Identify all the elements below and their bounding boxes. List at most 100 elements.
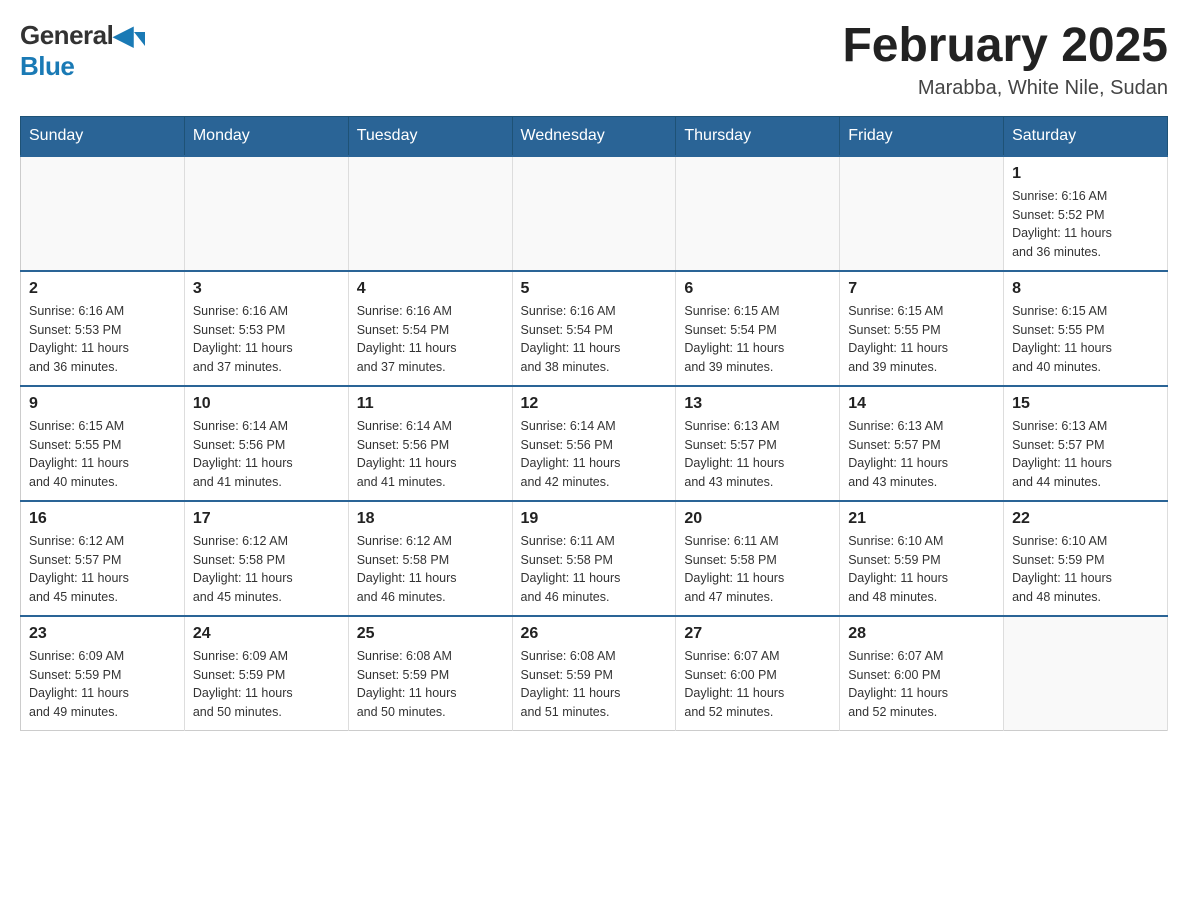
day-number: 16 <box>29 510 176 528</box>
day-info: Sunrise: 6:16 AM Sunset: 5:52 PM Dayligh… <box>1012 187 1159 262</box>
calendar-cell: 20 Sunrise: 6:11 AM Sunset: 5:58 PM Dayli… <box>676 501 840 616</box>
day-info: Sunrise: 6:15 AM Sunset: 5:55 PM Dayligh… <box>848 302 995 377</box>
calendar-cell <box>348 156 512 271</box>
day-info: Sunrise: 6:10 AM Sunset: 5:59 PM Dayligh… <box>1012 532 1159 607</box>
day-info: Sunrise: 6:16 AM Sunset: 5:53 PM Dayligh… <box>193 302 340 377</box>
day-info: Sunrise: 6:07 AM Sunset: 6:00 PM Dayligh… <box>848 647 995 722</box>
calendar-week-row: 1Sunrise: 6:16 AM Sunset: 5:52 PM Daylig… <box>21 156 1168 271</box>
weekday-header-friday: Friday <box>840 116 1004 156</box>
calendar-cell: 6 Sunrise: 6:15 AM Sunset: 5:54 PM Daylig… <box>676 271 840 386</box>
calendar-cell: 4 Sunrise: 6:16 AM Sunset: 5:54 PM Daylig… <box>348 271 512 386</box>
calendar-week-row: 23 Sunrise: 6:09 AM Sunset: 5:59 PM Dayli… <box>21 616 1168 731</box>
day-number: 15 <box>1012 395 1159 413</box>
calendar-cell: 27 Sunrise: 6:07 AM Sunset: 6:00 PM Dayli… <box>676 616 840 731</box>
logo-general-text: General◀ <box>20 20 133 51</box>
day-number: 3 <box>193 280 340 298</box>
day-info: Sunrise: 6:08 AM Sunset: 5:59 PM Dayligh… <box>357 647 504 722</box>
day-info: Sunrise: 6:13 AM Sunset: 5:57 PM Dayligh… <box>1012 417 1159 492</box>
page-header: General◀ Blue February 2025 Marabba, Whi… <box>20 20 1168 100</box>
weekday-header-monday: Monday <box>184 116 348 156</box>
day-info: Sunrise: 6:15 AM Sunset: 5:55 PM Dayligh… <box>29 417 176 492</box>
day-info: Sunrise: 6:15 AM Sunset: 5:54 PM Dayligh… <box>684 302 831 377</box>
day-number: 26 <box>521 625 668 643</box>
calendar-cell: 18Sunrise: 6:12 AM Sunset: 5:58 PM Dayli… <box>348 501 512 616</box>
day-info: Sunrise: 6:11 AM Sunset: 5:58 PM Dayligh… <box>521 532 668 607</box>
day-number: 23 <box>29 625 176 643</box>
calendar-cell: 2 Sunrise: 6:16 AM Sunset: 5:53 PM Daylig… <box>21 271 185 386</box>
day-info: Sunrise: 6:16 AM Sunset: 5:54 PM Dayligh… <box>521 302 668 377</box>
day-number: 4 <box>357 280 504 298</box>
logo-arrow-icon <box>134 32 145 46</box>
day-info: Sunrise: 6:12 AM Sunset: 5:57 PM Dayligh… <box>29 532 176 607</box>
day-number: 5 <box>521 280 668 298</box>
calendar-cell <box>21 156 185 271</box>
calendar-cell: 26 Sunrise: 6:08 AM Sunset: 5:59 PM Dayli… <box>512 616 676 731</box>
day-info: Sunrise: 6:13 AM Sunset: 5:57 PM Dayligh… <box>848 417 995 492</box>
calendar-cell: 10Sunrise: 6:14 AM Sunset: 5:56 PM Dayli… <box>184 386 348 501</box>
calendar-cell: 21Sunrise: 6:10 AM Sunset: 5:59 PM Dayli… <box>840 501 1004 616</box>
calendar-cell: 11 Sunrise: 6:14 AM Sunset: 5:56 PM Dayli… <box>348 386 512 501</box>
calendar-cell <box>840 156 1004 271</box>
day-info: Sunrise: 6:11 AM Sunset: 5:58 PM Dayligh… <box>684 532 831 607</box>
logo-blue-text: Blue <box>20 51 74 82</box>
calendar-header-row: SundayMondayTuesdayWednesdayThursdayFrid… <box>21 116 1168 156</box>
day-info: Sunrise: 6:09 AM Sunset: 5:59 PM Dayligh… <box>29 647 176 722</box>
calendar-cell <box>1004 616 1168 731</box>
day-number: 8 <box>1012 280 1159 298</box>
day-number: 2 <box>29 280 176 298</box>
day-number: 20 <box>684 510 831 528</box>
day-info: Sunrise: 6:16 AM Sunset: 5:53 PM Dayligh… <box>29 302 176 377</box>
day-number: 11 <box>357 395 504 413</box>
calendar-cell <box>184 156 348 271</box>
calendar-cell: 25 Sunrise: 6:08 AM Sunset: 5:59 PM Dayli… <box>348 616 512 731</box>
day-number: 25 <box>357 625 504 643</box>
weekday-header-saturday: Saturday <box>1004 116 1168 156</box>
calendar-cell: 15 Sunrise: 6:13 AM Sunset: 5:57 PM Dayli… <box>1004 386 1168 501</box>
calendar-week-row: 16 Sunrise: 6:12 AM Sunset: 5:57 PM Dayli… <box>21 501 1168 616</box>
calendar-cell: 9Sunrise: 6:15 AM Sunset: 5:55 PM Daylig… <box>21 386 185 501</box>
title-area: February 2025 Marabba, White Nile, Sudan <box>842 20 1168 100</box>
weekday-header-wednesday: Wednesday <box>512 116 676 156</box>
calendar-cell: 13 Sunrise: 6:13 AM Sunset: 5:57 PM Dayli… <box>676 386 840 501</box>
logo-general-blue: ◀ <box>113 20 133 50</box>
day-number: 13 <box>684 395 831 413</box>
calendar-cell: 3 Sunrise: 6:16 AM Sunset: 5:53 PM Daylig… <box>184 271 348 386</box>
day-number: 6 <box>684 280 831 298</box>
day-info: Sunrise: 6:09 AM Sunset: 5:59 PM Dayligh… <box>193 647 340 722</box>
weekday-header-sunday: Sunday <box>21 116 185 156</box>
day-number: 7 <box>848 280 995 298</box>
calendar-cell: 1Sunrise: 6:16 AM Sunset: 5:52 PM Daylig… <box>1004 156 1168 271</box>
logo: General◀ Blue <box>20 20 145 82</box>
day-info: Sunrise: 6:16 AM Sunset: 5:54 PM Dayligh… <box>357 302 504 377</box>
calendar-cell: 23 Sunrise: 6:09 AM Sunset: 5:59 PM Dayli… <box>21 616 185 731</box>
location-title: Marabba, White Nile, Sudan <box>842 77 1168 100</box>
day-info: Sunrise: 6:13 AM Sunset: 5:57 PM Dayligh… <box>684 417 831 492</box>
day-number: 19 <box>521 510 668 528</box>
calendar-cell: 14Sunrise: 6:13 AM Sunset: 5:57 PM Dayli… <box>840 386 1004 501</box>
day-info: Sunrise: 6:10 AM Sunset: 5:59 PM Dayligh… <box>848 532 995 607</box>
calendar-cell: 7 Sunrise: 6:15 AM Sunset: 5:55 PM Daylig… <box>840 271 1004 386</box>
day-info: Sunrise: 6:14 AM Sunset: 5:56 PM Dayligh… <box>357 417 504 492</box>
calendar-cell: 17Sunrise: 6:12 AM Sunset: 5:58 PM Dayli… <box>184 501 348 616</box>
day-info: Sunrise: 6:07 AM Sunset: 6:00 PM Dayligh… <box>684 647 831 722</box>
month-title: February 2025 <box>842 20 1168 73</box>
calendar-week-row: 2 Sunrise: 6:16 AM Sunset: 5:53 PM Daylig… <box>21 271 1168 386</box>
day-number: 17 <box>193 510 340 528</box>
calendar-cell <box>676 156 840 271</box>
calendar-cell: 12Sunrise: 6:14 AM Sunset: 5:56 PM Dayli… <box>512 386 676 501</box>
day-info: Sunrise: 6:14 AM Sunset: 5:56 PM Dayligh… <box>193 417 340 492</box>
calendar-cell: 16 Sunrise: 6:12 AM Sunset: 5:57 PM Dayli… <box>21 501 185 616</box>
calendar-cell: 22 Sunrise: 6:10 AM Sunset: 5:59 PM Dayli… <box>1004 501 1168 616</box>
calendar-week-row: 9Sunrise: 6:15 AM Sunset: 5:55 PM Daylig… <box>21 386 1168 501</box>
calendar-cell <box>512 156 676 271</box>
day-info: Sunrise: 6:15 AM Sunset: 5:55 PM Dayligh… <box>1012 302 1159 377</box>
calendar-cell: 8 Sunrise: 6:15 AM Sunset: 5:55 PM Daylig… <box>1004 271 1168 386</box>
day-number: 22 <box>1012 510 1159 528</box>
day-info: Sunrise: 6:12 AM Sunset: 5:58 PM Dayligh… <box>357 532 504 607</box>
day-number: 27 <box>684 625 831 643</box>
calendar-cell: 24Sunrise: 6:09 AM Sunset: 5:59 PM Dayli… <box>184 616 348 731</box>
calendar-cell: 5 Sunrise: 6:16 AM Sunset: 5:54 PM Daylig… <box>512 271 676 386</box>
weekday-header-tuesday: Tuesday <box>348 116 512 156</box>
calendar-table: SundayMondayTuesdayWednesdayThursdayFrid… <box>20 116 1168 731</box>
day-info: Sunrise: 6:08 AM Sunset: 5:59 PM Dayligh… <box>521 647 668 722</box>
